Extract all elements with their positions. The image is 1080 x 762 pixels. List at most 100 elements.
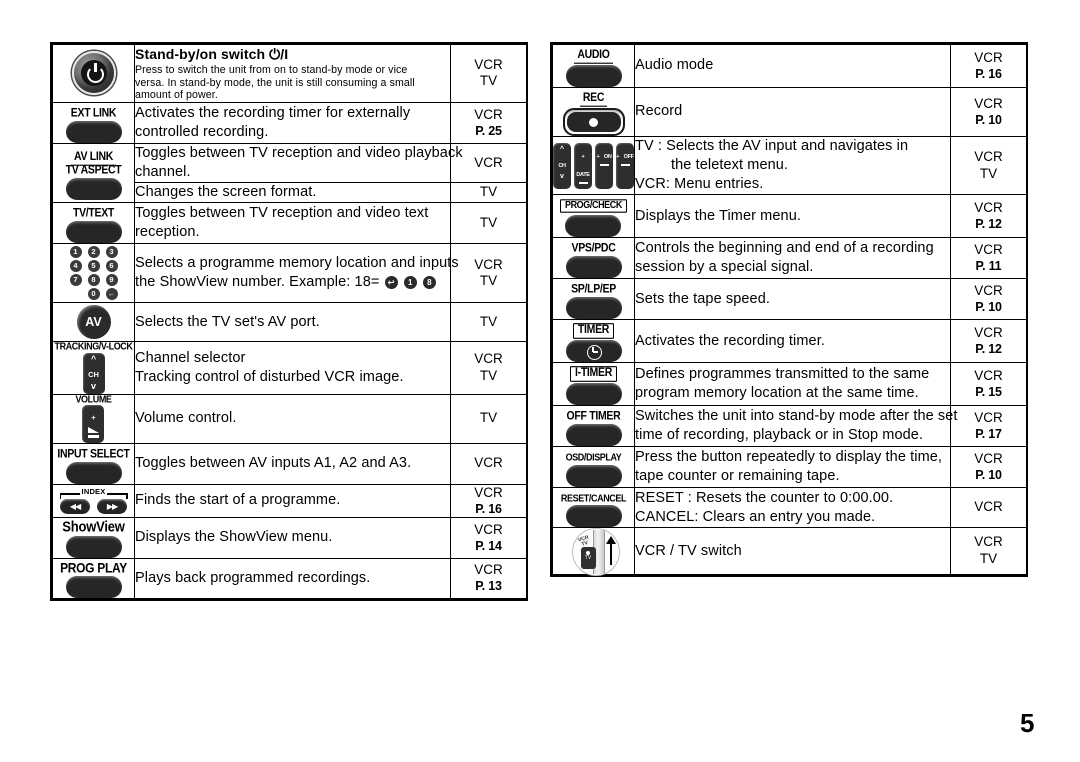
- button-face-label: RESET/CANCEL: [560, 492, 627, 504]
- button-pill-shape: [65, 461, 122, 484]
- row-desc-line: amount of power.: [135, 89, 218, 102]
- button-pill-shape: [65, 177, 122, 200]
- row-desc-line: versa. In stand-by mode, the unit is sti…: [135, 76, 415, 89]
- table-row: OSD/DISPLAY Press the button repeatedly …: [552, 446, 1027, 488]
- description-cell: Record: [634, 87, 951, 138]
- button-face-label: OSD/DISPLAY: [565, 451, 622, 463]
- row-desc-line: Volume control.: [135, 410, 237, 427]
- row-desc-line: controlled recording.: [135, 123, 269, 140]
- description-cell: Selects a programme memory location and …: [134, 243, 459, 304]
- row-desc-line: RESET : Resets the counter to 0:00.00.: [635, 489, 894, 506]
- button-face-label: AUDIO: [574, 49, 613, 64]
- mode-label: TV: [479, 184, 498, 200]
- row-desc-line: Plays back programmed recordings.: [135, 570, 371, 587]
- keypad-back-key: ←: [105, 288, 118, 301]
- rocker-label: CH: [558, 163, 566, 170]
- skip-back-button-icon: ◀◀: [60, 499, 90, 515]
- page-reference: P. 25: [475, 123, 502, 138]
- minus-icon: [578, 182, 588, 185]
- timer-button-icon: TIMER: [565, 320, 622, 363]
- icon-cell: OSD/DISPLAY: [552, 446, 635, 488]
- row-desc-line: tape counter or remaining tape.: [635, 468, 840, 485]
- button-pill-shape: [565, 340, 622, 363]
- prog-play-button-icon: PROG PLAY: [60, 561, 127, 599]
- row-desc-line: Tracking control of disturbed VCR image.: [135, 369, 404, 386]
- table-row: I-TIMER Defines programmes transmitted t…: [552, 362, 1027, 407]
- row-desc-line: CANCEL: Clears an entry you made.: [635, 508, 876, 525]
- mode-cell: VCR P. 15: [950, 362, 1027, 407]
- button-face-label: VOLUME: [75, 393, 112, 405]
- keypad-key: 7: [69, 274, 82, 287]
- mode-label: TV: [479, 313, 498, 329]
- icon-cell: SP/LP/EP: [552, 278, 635, 321]
- icon-cell: INDEX ◀◀ ▶▶: [52, 483, 135, 519]
- icon-cell: AV: [52, 302, 135, 343]
- volume-rocker-shape: +: [82, 405, 105, 443]
- row-title: Stand-by/on switch ⏻/I: [135, 46, 289, 62]
- example-key-2: 1: [403, 276, 417, 290]
- table-row: REC Record VCR P. 10: [552, 87, 1027, 138]
- plus-icon: +: [581, 154, 585, 161]
- description-cell: Stand-by/on switch ⏻/I Press to switch t…: [134, 44, 451, 103]
- page-reference: P. 13: [475, 579, 502, 594]
- mode-label-2: TV: [979, 165, 998, 181]
- row-desc-line: Displays the Timer menu.: [635, 207, 801, 224]
- mode-cell: VCR P. 16: [450, 483, 527, 519]
- minus-icon: [620, 164, 630, 167]
- plus-icon: +: [91, 413, 96, 423]
- table-row: TV/TEXT Toggles between TV reception and…: [52, 202, 527, 245]
- i-timer-button-icon: I-TIMER: [565, 363, 622, 406]
- row-desc-line: VCR: Menu entries.: [635, 176, 764, 193]
- page-reference: P. 16: [975, 66, 1002, 81]
- showview-button-icon: ShowView: [62, 519, 125, 558]
- mode-label: VCR: [474, 562, 503, 578]
- table-row: 123 456 789 0 ← Selects a programme memor…: [52, 243, 527, 304]
- description-cell: Activates the recording timer for extern…: [134, 101, 451, 144]
- row-desc-line: time of recording, playback or in Stop m…: [635, 427, 924, 444]
- page-reference: P. 10: [975, 467, 1002, 482]
- row-desc-line: Selects a programme memory location and …: [135, 255, 459, 272]
- description-cell: Displays the ShowView menu.: [134, 517, 451, 559]
- vcr-tv-slide-switch-icon: VCR TV TV: [568, 528, 620, 577]
- table-row: AV LINK TV ASPECT Toggles between TV rec…: [52, 142, 527, 204]
- mode-cell: VCR P. 10: [950, 446, 1027, 488]
- row-desc-line-with-keys: the ShowView number. Example: 18= ↩ 1 8: [135, 273, 450, 292]
- description-cell: Toggles between AV inputs A1, A2 and A3.: [134, 442, 451, 485]
- mode-cell: VCR P. 17: [950, 405, 1027, 448]
- mode-label: VCR: [974, 200, 1003, 216]
- mode-cell: TV: [450, 393, 527, 444]
- mode-cell: VCR P. 10: [950, 278, 1027, 321]
- mode-label: VCR: [474, 455, 503, 471]
- description-cell: Volume control.: [134, 393, 451, 444]
- description-cell: Defines programmes transmitted to the sa…: [634, 362, 951, 407]
- description-cell: Finds the start of a programme.: [134, 483, 451, 519]
- button-face-label: VPS/PDC: [571, 241, 616, 256]
- example-key-3: 8: [422, 276, 436, 290]
- description-cell: Toggles between TV reception and video t…: [134, 202, 451, 245]
- sp-lp-ep-button-icon: SP/LP/EP: [565, 283, 622, 320]
- keypad-key: 4: [69, 260, 82, 273]
- button-pill-shape: [565, 383, 622, 406]
- icon-cell: OFF TIMER: [552, 405, 635, 448]
- mode-label: VCR: [974, 242, 1003, 258]
- mode-label: VCR: [974, 368, 1003, 384]
- mode-label: VCR: [974, 410, 1003, 426]
- power-standby-button-icon: [71, 51, 116, 96]
- mode-label-2: TV: [479, 273, 498, 289]
- button-face-label: PROG/CHECK: [559, 199, 627, 214]
- page-reference: P. 11: [975, 259, 1002, 274]
- button-pill-shape: [565, 256, 622, 279]
- audio-button-icon: AUDIO: [565, 45, 622, 88]
- tracking-v-lock-channel-rocker-icon: TRACKING/V-LOCK ^ CH v: [55, 341, 133, 394]
- keypad-key: 2: [87, 246, 100, 259]
- button-pill-shape: [65, 535, 122, 558]
- mode-cell: TV: [450, 302, 527, 343]
- table-row: VCR TV TV VCR / TV switch VCR TV: [552, 527, 1027, 577]
- mode-label: VCR: [474, 256, 503, 272]
- vps-pdc-button-icon: VPS/PDC: [565, 241, 622, 279]
- plus-icon: +: [596, 154, 600, 161]
- table-row: OFF TIMER Switches the unit into stand-b…: [552, 405, 1027, 448]
- description-cell: Controls the beginning and end of a reco…: [634, 237, 951, 280]
- page-reference: P. 17: [975, 427, 1002, 442]
- mode-cell: VCR TV: [950, 527, 1027, 576]
